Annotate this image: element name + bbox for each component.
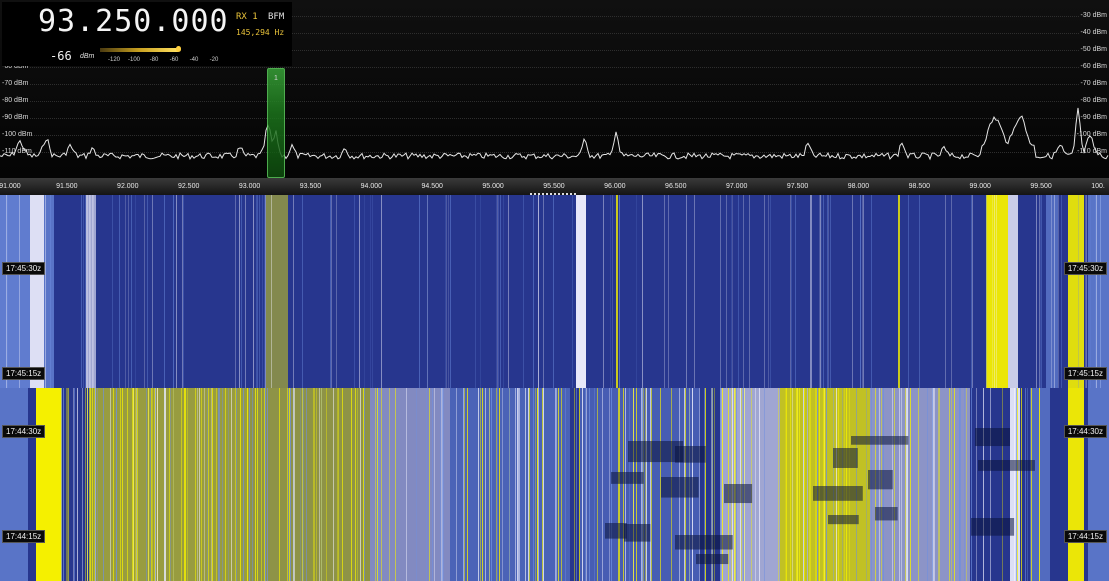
time-label-left: 17:45:30z [2, 262, 46, 275]
signal-level-unit: dBm [80, 53, 95, 60]
sdr-window: -30 dBm-40 dBm-50 dBm-60 dBm-70 dBm-80 d… [0, 0, 1109, 581]
time-label-right: 17:44:15z [1063, 530, 1107, 543]
axis-tick: 99.000 [969, 183, 991, 190]
meter-scale-tick: -40 [189, 57, 199, 63]
receiver-label[interactable]: RX 1 [236, 12, 258, 22]
axis-tick: 92.000 [117, 183, 139, 190]
waterfall-display[interactable]: 17:45:30z 17:45:30z 17:45:15z 17:45:15z 17:4… [0, 195, 1109, 581]
meter-scale-tick: -100 [127, 57, 141, 63]
time-label-right: 17:44:30z [1063, 425, 1107, 438]
meter-scale-tick: -80 [149, 57, 159, 63]
axis-tick: 92.500 [177, 183, 200, 190]
axis-tick: 97.000 [725, 183, 748, 190]
signal-meter-scale: -120 -100 -80 -60 -40 -20 [100, 57, 240, 67]
signal-level: -66 [50, 49, 72, 63]
axis-tick: 95.500 [543, 183, 565, 190]
axis-tick: 96.000 [604, 183, 626, 190]
axis-tick: 97.500 [786, 183, 809, 190]
meter-scale-tick: -120 [107, 57, 121, 63]
meter-scale-tick: -60 [169, 57, 179, 63]
time-label-left: 17:44:15z [2, 530, 46, 543]
spectrum-panel[interactable]: -30 dBm-40 dBm-50 dBm-60 dBm-70 dBm-80 d… [0, 0, 1109, 178]
axis-tick: 91.500 [56, 183, 78, 190]
axis-tick: 93.000 [238, 183, 261, 190]
meter-scale-tick: -20 [209, 57, 219, 63]
axis-tick: 93.500 [299, 183, 322, 190]
waterfall-image [0, 195, 1109, 581]
axis-tick: 98.000 [847, 183, 870, 190]
vfo-frequency[interactable]: 93.250.000 [38, 4, 229, 40]
vfo-number: 1 [274, 75, 278, 82]
time-label-left: 17:45:15z [2, 367, 46, 380]
axis-tick: 98.500 [908, 183, 931, 190]
vfo-marker[interactable]: 1 [267, 68, 285, 178]
signal-meter-thumb [176, 46, 182, 52]
signal-meter [100, 46, 240, 54]
time-label-left: 17:44:30z [2, 425, 46, 438]
frequency-offset: 145,294 Hz [236, 28, 285, 37]
axis-tick: 94.000 [360, 183, 383, 190]
axis-tick: 95.000 [482, 183, 504, 190]
axis-tick: 91.000 [0, 183, 21, 190]
axis-tick: 100. [1091, 183, 1105, 190]
axis-tick: 94.500 [421, 183, 443, 190]
demod-mode[interactable]: BFM [268, 12, 284, 22]
signal-meter-fill [100, 48, 179, 52]
frequency-readout[interactable]: 93.250.000 RX 1 BFM 145,294 Hz -66 dBm -… [2, 2, 292, 66]
axis-tick: 96.500 [665, 183, 687, 190]
axis-tick: 99.500 [1030, 183, 1052, 190]
time-label-right: 17:45:15z [1063, 367, 1107, 380]
time-label-right: 17:45:30z [1063, 262, 1107, 275]
